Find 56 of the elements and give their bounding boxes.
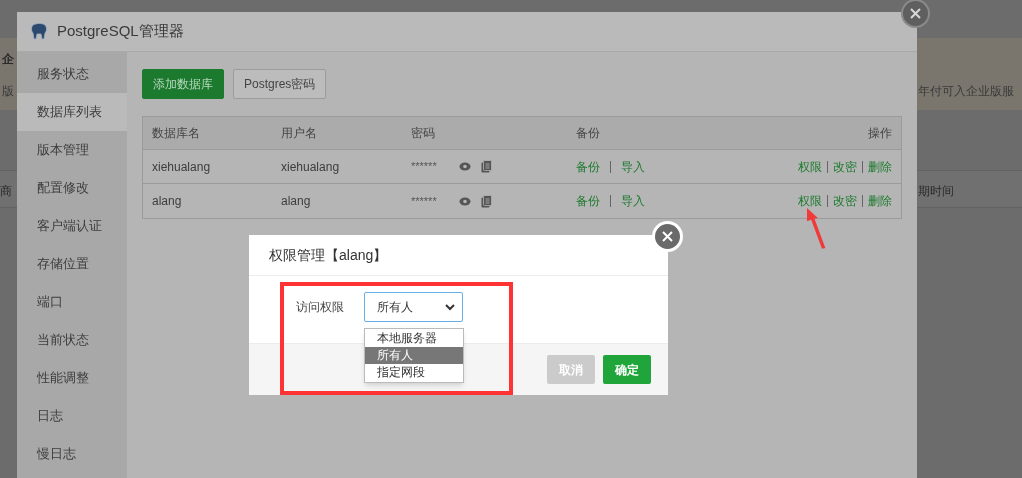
background-text: 企 <box>2 51 14 68</box>
column-header: 数据库名 <box>152 125 200 142</box>
confirm-button[interactable]: 确定 <box>603 355 651 384</box>
dialog-title: 权限管理【alang】 <box>269 245 388 265</box>
select-field[interactable]: 所有人 <box>364 292 463 322</box>
copy-icon[interactable] <box>481 194 492 208</box>
eye-icon[interactable] <box>459 162 471 171</box>
table-cell-text: alang <box>152 193 182 210</box>
sidebar-item[interactable]: 配置修改 <box>17 169 127 207</box>
field-label: 访问权限 <box>296 299 345 316</box>
sidebar-item[interactable]: 慢日志 <box>17 435 127 473</box>
dropdown-option[interactable]: 所有人 <box>365 347 463 364</box>
background-text: 商 <box>0 183 12 200</box>
password-mask: ****** <box>411 193 438 209</box>
table-link[interactable]: 导入 <box>621 192 645 210</box>
table-link[interactable]: 改密 <box>833 192 857 210</box>
table-cell-text: alang <box>281 193 311 210</box>
sidebar-item[interactable]: 当前状态 <box>17 321 127 359</box>
sidebar-item[interactable]: 日志 <box>17 397 127 435</box>
background-text: 版 <box>2 83 14 100</box>
chevron-down-icon <box>445 303 455 311</box>
table-link[interactable]: 备份 <box>576 192 600 210</box>
background-text: 年付可入企业版服 <box>918 83 1014 100</box>
add-database-button[interactable]: 添加数据库 <box>142 69 224 99</box>
window-title: PostgreSQL管理器 <box>57 21 184 42</box>
sidebar-item[interactable]: 性能调整 <box>17 359 127 397</box>
sidebar-item[interactable]: 客户端认证 <box>17 207 127 245</box>
column-header: 备份 <box>576 125 600 142</box>
column-header: 操作 <box>868 125 892 142</box>
close-icon <box>662 231 673 242</box>
table-link[interactable]: 改密 <box>833 157 857 176</box>
dropdown-option[interactable]: 本地服务器 <box>365 330 463 347</box>
column-header: 用户名 <box>281 125 317 142</box>
table-cell-text: xiehualang <box>152 158 211 176</box>
dropdown-option[interactable]: 指定网段 <box>365 364 463 381</box>
elephant-logo-icon <box>30 22 48 41</box>
password-mask: ****** <box>411 159 438 175</box>
background-text: 期时间 <box>918 183 954 200</box>
table-link[interactable]: 权限 <box>798 157 822 176</box>
column-header: 密码 <box>411 125 435 142</box>
table-cell-text: xiehualang <box>281 158 340 176</box>
sidebar-item[interactable]: 端口 <box>17 283 127 321</box>
table-link[interactable]: 备份 <box>576 157 600 176</box>
sidebar-item[interactable]: 存储位置 <box>17 245 127 283</box>
password-button[interactable]: Postgres密码 <box>233 69 327 99</box>
table-link[interactable]: 权限 <box>798 192 822 210</box>
table-link[interactable]: 删除 <box>868 157 892 176</box>
close-icon <box>910 8 921 19</box>
table-link[interactable]: 导入 <box>621 157 645 176</box>
eye-icon[interactable] <box>459 196 471 206</box>
sidebar-item[interactable]: 数据库列表 <box>17 93 127 131</box>
sidebar-item[interactable]: 服务状态 <box>17 55 127 93</box>
close-button[interactable] <box>901 0 930 28</box>
table-link[interactable]: 删除 <box>868 192 892 210</box>
sidebar-item[interactable]: 版本管理 <box>17 131 127 169</box>
copy-icon[interactable] <box>481 160 492 173</box>
